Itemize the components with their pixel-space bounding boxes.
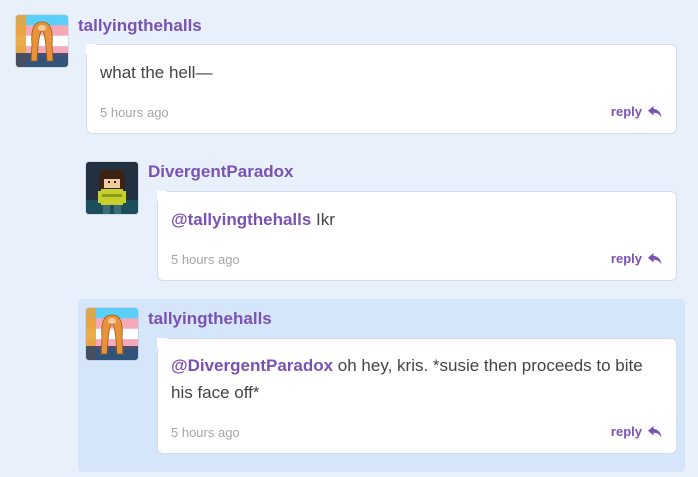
reply-label: reply (610, 424, 642, 439)
reply-label: reply (610, 251, 642, 266)
reply-arrow-icon (648, 105, 662, 117)
avatar[interactable] (86, 162, 138, 214)
comment-bubble: what the hell— 5 hours ago reply (86, 44, 677, 134)
comment-text: what the hell— (100, 59, 212, 86)
mention-link[interactable]: @tallyingthehalls (171, 210, 311, 229)
timestamp: 5 hours ago (171, 425, 240, 440)
timestamp: 5 hours ago (171, 252, 240, 267)
mention-link[interactable]: @DivergentParadox (171, 356, 333, 375)
trans-flag-avatar-icon (86, 308, 138, 360)
username-link[interactable]: tallyingthehalls (78, 16, 202, 36)
reply-button[interactable]: reply (611, 104, 662, 119)
reply-arrow-icon (648, 425, 662, 437)
reply-arrow-icon (648, 252, 662, 264)
username-link[interactable]: DivergentParadox (148, 162, 294, 182)
comment-text: @DivergentParadox oh hey, kris. *susie t… (171, 352, 661, 406)
comment-body: what the hell— (100, 63, 213, 82)
comment-bubble: @DivergentParadox oh hey, kris. *susie t… (157, 338, 677, 454)
comment-body: Ikr (311, 210, 335, 229)
kris-pixel-avatar-icon (86, 162, 138, 214)
timestamp: 5 hours ago (100, 105, 169, 120)
reply-button[interactable]: reply (611, 251, 662, 266)
trans-flag-avatar-icon (16, 15, 68, 67)
reply-button[interactable]: reply (611, 424, 662, 439)
comment-bubble: @tallyingthehalls Ikr 5 hours ago reply (157, 191, 677, 281)
avatar[interactable] (16, 15, 68, 67)
reply-label: reply (610, 104, 642, 119)
username-link[interactable]: tallyingthehalls (148, 309, 272, 329)
avatar[interactable] (86, 308, 138, 360)
comment-text: @tallyingthehalls Ikr (171, 206, 335, 233)
